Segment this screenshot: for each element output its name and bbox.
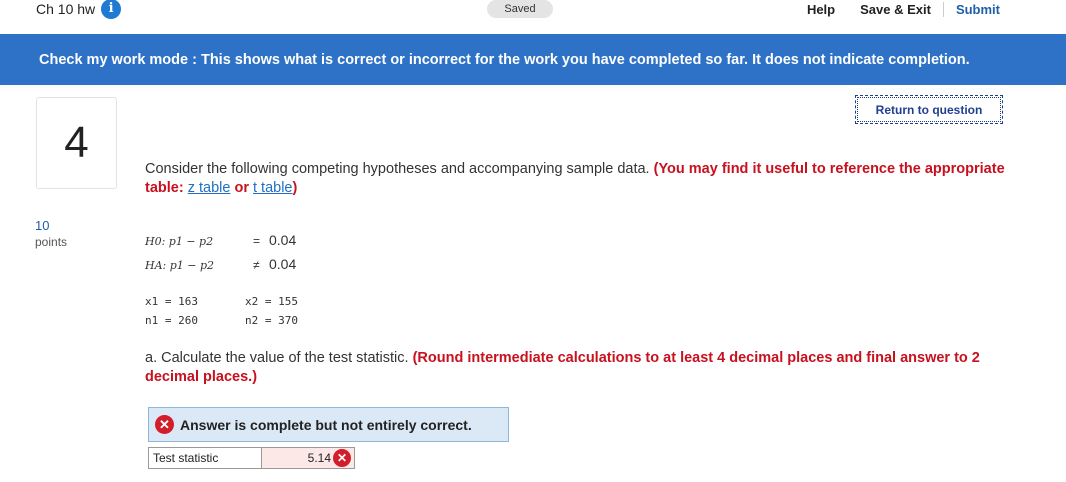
test-statistic-answer: 5.14 ✕ [262,447,355,469]
top-bar: Ch 10 hw i Saved Help Save & Exit Submit [0,0,1066,30]
test-statistic-value: 5.14 [307,451,331,465]
assignment-title-text: Ch 10 hw [36,0,96,17]
info-icon[interactable]: i [101,0,122,19]
part-a-text: a. Calculate the value of the test stati… [145,350,409,366]
save-exit-button[interactable]: Save & Exit [860,1,944,17]
part-a-prompt: a. Calculate the value of the test stati… [145,349,1015,387]
sample-n1: n1 = 260 [145,314,198,327]
sample-x2: x2 = 155 [245,295,298,308]
x-circle-icon: ✕ [333,449,351,467]
points-info: 10 points [35,218,67,250]
points-value: 10 [35,218,50,233]
top-actions: Help Save & Exit Submit [807,0,1000,18]
null-hypothesis-value: 0.04 [269,232,297,248]
submit-button[interactable]: Submit [944,2,1000,17]
question-number-text: 4 [64,118,89,167]
test-statistic-label: Test statistic [148,447,262,469]
check-work-banner: Check my work mode : This shows what is … [0,34,1066,85]
alt-hypothesis-lhs: HA: p1 − p2 [145,259,215,272]
result-message-box: ✕ Answer is complete but not entirely co… [148,407,509,442]
points-label: points [35,235,68,249]
sample-n2: n2 = 370 [245,314,298,327]
question-number: 4 [36,97,117,189]
or-text: or [234,180,249,196]
prompt-text: Consider the following competing hypothe… [145,161,650,177]
sample-x1: x1 = 163 [145,295,198,308]
answer-row: Test statistic 5.14 ✕ [148,447,355,469]
alt-hypothesis-operator: ≠ [253,258,260,272]
return-to-question-button[interactable]: Return to question [855,95,1003,124]
result-message: Answer is complete but not entirely corr… [180,416,472,433]
t-table-link[interactable]: t table [253,180,293,196]
saved-status: Saved [487,0,553,18]
banner-text: Check my work mode : This shows what is … [39,51,970,68]
question-prompt: Consider the following competing hypothe… [145,160,1005,198]
reference-suffix: ) [292,180,298,196]
null-hypothesis: H0: p1 − p2 = 0.04 [145,232,296,248]
assignment-title: Ch 10 hw i [36,0,122,19]
help-button[interactable]: Help [807,2,835,17]
z-table-link[interactable]: z table [188,180,231,196]
null-hypothesis-lhs: H0: p1 − p2 [145,235,214,248]
x-circle-icon: ✕ [155,415,174,434]
null-hypothesis-operator: = [253,234,261,248]
alt-hypothesis-value: 0.04 [269,256,297,272]
alternative-hypothesis: HA: p1 − p2 ≠ 0.04 [145,256,296,272]
